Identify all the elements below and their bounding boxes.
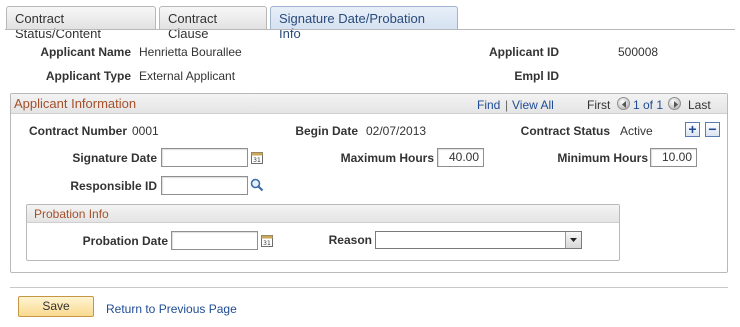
last-label: Last [688, 98, 711, 112]
begin-date-label: Begin Date [295, 124, 358, 138]
group-title: Applicant Information [14, 96, 137, 111]
reason-label: Reason [328, 233, 372, 247]
probation-title: Probation Info [34, 207, 109, 221]
applicant-name-value: Henrietta Bourallee [139, 45, 242, 59]
tab-label: Contract Status/Content [15, 11, 101, 41]
chevron-down-icon[interactable] [565, 232, 581, 248]
responsible-id-label: Responsible ID [70, 179, 157, 193]
begin-date-value: 02/07/2013 [366, 124, 427, 138]
contract-status-label: Contract Status [520, 124, 610, 138]
maximum-hours-input[interactable]: 40.00 [437, 148, 484, 167]
view-all-link[interactable]: View All [512, 98, 554, 112]
minimum-hours-input[interactable]: 10.00 [650, 148, 697, 167]
tab-contract-clause[interactable]: Contract Clause [159, 6, 267, 41]
signature-date-input[interactable] [161, 148, 248, 167]
group-header: Applicant Information Find | View All Fi… [11, 94, 727, 114]
svg-text:31: 31 [253, 157, 261, 164]
add-row-button[interactable]: + [685, 122, 700, 137]
applicant-type-value: External Applicant [139, 69, 236, 83]
delete-row-button[interactable]: − [705, 122, 720, 137]
next-arrow-icon[interactable] [668, 97, 681, 110]
applicant-name-label: Applicant Name [40, 45, 131, 59]
contract-status-value: Active [620, 124, 653, 138]
probation-date-input[interactable] [171, 231, 258, 250]
responsible-id-input[interactable] [161, 176, 248, 195]
applicant-id-label: Applicant ID [488, 45, 559, 59]
tab-signature-date-probation-info[interactable]: Signature Date/Probation Info [270, 6, 458, 41]
signature-date-label: Signature Date [72, 151, 157, 165]
save-button[interactable]: Save [18, 296, 94, 317]
previous-arrow-icon[interactable] [617, 97, 630, 110]
applicant-id-value: 500008 [618, 45, 659, 59]
tab-label: Signature Date/Probation Info [279, 11, 425, 41]
applicant-type-label: Applicant Type [45, 69, 131, 83]
page-status: 1 of 1 [633, 98, 664, 112]
minimum-hours-label: Minimum Hours [557, 151, 648, 165]
tab-label: Contract Clause [168, 11, 218, 41]
calendar-icon[interactable]: 31 [251, 151, 263, 164]
separator: | [505, 98, 509, 112]
reason-select[interactable] [375, 231, 582, 249]
empl-id-label: Empl ID [514, 69, 559, 83]
footer-divider [10, 287, 728, 288]
contract-number-value: 0001 [132, 124, 159, 138]
probation-date-label: Probation Date [82, 234, 168, 248]
find-link[interactable]: Find [477, 98, 500, 112]
probation-header: Probation Info [27, 205, 619, 223]
tab-contract-status-content[interactable]: Contract Status/Content [6, 6, 156, 41]
maximum-hours-label: Maximum Hours [340, 151, 434, 165]
search-icon[interactable] [250, 178, 264, 192]
tab-divider [5, 29, 735, 30]
return-to-previous-page-link[interactable]: Return to Previous Page [106, 302, 237, 316]
contract-number-label: Contract Number [28, 124, 127, 138]
calendar-icon[interactable]: 31 [261, 234, 273, 247]
plus-icon: + [688, 121, 697, 137]
minus-icon: − [708, 121, 717, 137]
svg-text:31: 31 [263, 240, 271, 247]
first-label: First [587, 98, 611, 112]
